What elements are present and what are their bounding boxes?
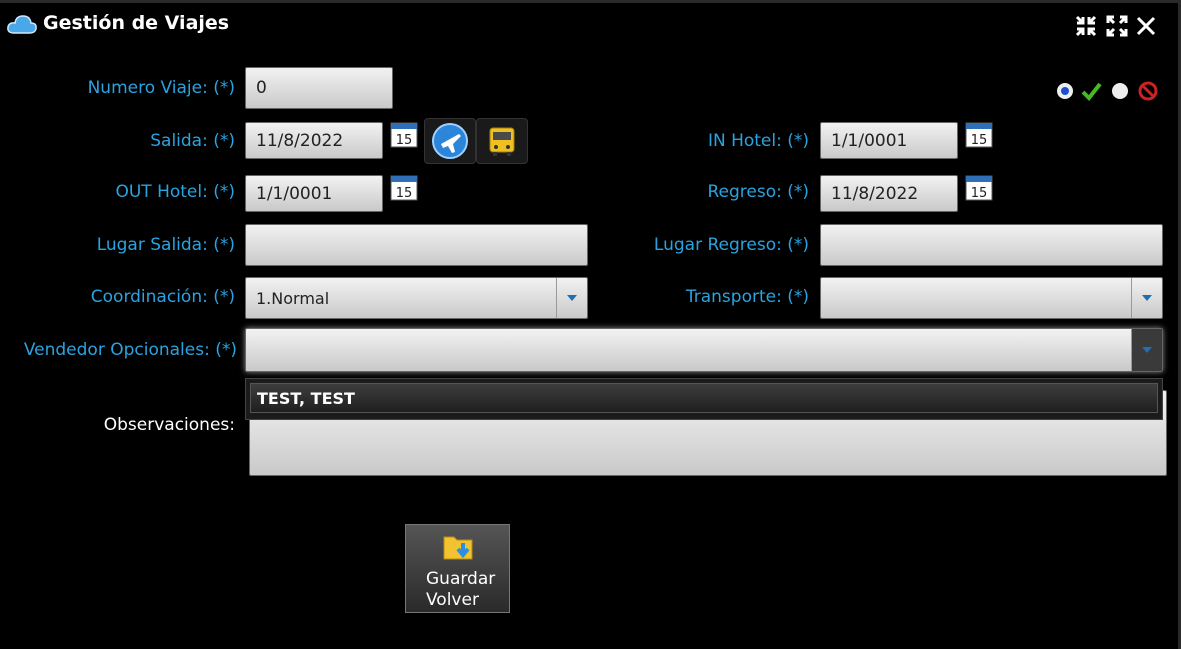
bus-button[interactable] (476, 118, 528, 164)
calendar-icon[interactable]: 15 (390, 173, 418, 201)
svg-text:15: 15 (971, 186, 988, 201)
compress-icon[interactable] (1074, 14, 1098, 38)
guardar-volver-button[interactable]: Guardar Volver (405, 524, 510, 613)
in-hotel-field[interactable]: 1/1/0001 (820, 122, 958, 159)
transporte-select[interactable] (820, 277, 1163, 319)
save-label-line2: Volver (426, 590, 479, 610)
lugar-salida-field[interactable] (245, 224, 588, 266)
vendedor-select[interactable] (245, 328, 1163, 372)
forbidden-icon[interactable] (1138, 81, 1158, 105)
svg-text:15: 15 (396, 186, 413, 201)
close-icon[interactable] (1134, 14, 1158, 38)
regreso-label: Regreso: (*) (707, 182, 809, 202)
bus-icon (489, 127, 515, 156)
coordinacion-value: 1.Normal (256, 288, 330, 308)
numero-viaje-field[interactable]: 0 (245, 67, 393, 109)
in-hotel-label: IN Hotel: (*) (707, 131, 809, 151)
regreso-field[interactable]: 11/8/2022 (820, 175, 958, 212)
lugar-regreso-label: Lugar Regreso: (*) (653, 235, 809, 255)
chevron-down-icon[interactable] (556, 278, 587, 318)
expand-icon[interactable] (1105, 14, 1129, 38)
vendedor-label: Vendedor Opcionales: (*) (23, 340, 237, 360)
window-title: Gestión de Viajes (43, 12, 230, 34)
calendar-icon[interactable]: 15 (390, 120, 418, 148)
folder-download-icon (443, 536, 473, 560)
vendedor-dropdown-list: TEST, TEST (245, 378, 1163, 420)
coordinacion-label: Coordinación: (*) (90, 287, 235, 307)
salida-label: Salida: (*) (150, 131, 235, 151)
lugar-salida-label: Lugar Salida: (*) (96, 235, 235, 255)
cloud-icon (7, 15, 37, 34)
dropdown-option[interactable]: TEST, TEST (250, 383, 1158, 413)
observaciones-label: Observaciones: (103, 415, 235, 435)
window-top-border (0, 0, 1181, 3)
save-label-line1: Guardar (426, 569, 496, 589)
out-hotel-field[interactable]: 1/1/0001 (245, 175, 383, 212)
radio-icon[interactable] (1111, 82, 1129, 104)
airplane-icon (432, 123, 468, 159)
svg-text:15: 15 (396, 133, 413, 148)
svg-text:15: 15 (971, 133, 988, 148)
salida-field[interactable]: 11/8/2022 (245, 122, 383, 159)
chevron-down-icon[interactable] (1131, 278, 1162, 318)
numero-viaje-label: Numero Viaje: (*) (87, 78, 235, 98)
guardar-volver-label: Guardar Volver (426, 569, 495, 611)
radio-icon[interactable] (1056, 82, 1074, 104)
out-hotel-label: OUT Hotel: (*) (115, 182, 235, 202)
airplane-button[interactable] (424, 118, 476, 164)
chevron-down-icon[interactable] (1131, 329, 1162, 371)
coordinacion-select[interactable]: 1.Normal (245, 277, 588, 319)
check-icon[interactable] (1080, 80, 1102, 106)
calendar-icon[interactable]: 15 (965, 120, 993, 148)
transporte-label: Transporte: (*) (685, 287, 809, 307)
calendar-icon[interactable]: 15 (965, 173, 993, 201)
lugar-regreso-field[interactable] (820, 224, 1163, 266)
